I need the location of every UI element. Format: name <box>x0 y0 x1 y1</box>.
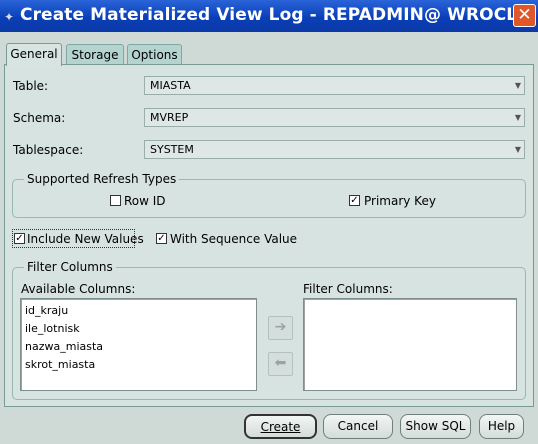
available-columns-list[interactable]: id_kraju ile_lotnisk nazwa_miasta skrot_… <box>20 298 257 391</box>
table-value: MIASTA <box>150 79 191 92</box>
title-bar[interactable]: ✦ Create Materialized View Log - REPADMI… <box>0 0 538 32</box>
table-label: Table: <box>13 79 49 93</box>
show-sql-button[interactable]: Show SQL <box>400 414 471 439</box>
available-columns-label: Available Columns: <box>21 282 136 296</box>
schema-combo[interactable]: MVREP ▼ <box>144 108 525 127</box>
table-combo[interactable]: MIASTA ▼ <box>144 76 525 95</box>
filter-columns-legend: Filter Columns <box>24 260 116 274</box>
filter-columns-list[interactable] <box>303 298 517 391</box>
tab-options[interactable]: Options <box>127 44 182 65</box>
tablespace-combo[interactable]: SYSTEM ▼ <box>144 140 525 159</box>
arrow-right-icon: ➔ <box>274 319 287 335</box>
create-button-label: Create <box>260 420 301 434</box>
chevron-down-icon[interactable]: ▼ <box>515 77 521 94</box>
list-item[interactable]: id_kraju <box>21 302 256 320</box>
with-sequence-value-checkbox[interactable]: ✓ <box>156 233 167 244</box>
row-id-label: Row ID <box>124 194 166 208</box>
arrow-left-icon: ⬅ <box>274 355 287 371</box>
schema-value: MVREP <box>150 111 189 124</box>
oracle-app-icon: ✦ <box>4 10 15 24</box>
list-item[interactable]: skrot_miasta <box>21 356 256 374</box>
cancel-button[interactable]: Cancel <box>323 414 393 439</box>
refresh-types-legend: Supported Refresh Types <box>24 172 180 186</box>
window-title: Create Materialized View Log - REPADMIN@… <box>20 5 538 25</box>
tablespace-value: SYSTEM <box>150 143 194 156</box>
help-button[interactable]: Help <box>479 414 524 439</box>
row-id-checkbox[interactable] <box>110 195 121 206</box>
schema-label: Schema: <box>13 111 66 125</box>
move-right-button[interactable]: ➔ <box>268 316 293 340</box>
primary-key-label: Primary Key <box>364 194 436 208</box>
include-new-values-label: Include New Values <box>27 232 144 246</box>
filter-columns-label: Filter Columns: <box>303 282 393 296</box>
chevron-down-icon[interactable]: ▼ <box>515 141 521 158</box>
tab-general[interactable]: General <box>6 43 62 66</box>
tablespace-label: Tablespace: <box>13 143 84 157</box>
chevron-down-icon[interactable]: ▼ <box>515 109 521 126</box>
with-sequence-value-label: With Sequence Value <box>170 232 298 246</box>
close-icon[interactable]: ✕ <box>513 4 536 27</box>
create-button[interactable]: Create <box>244 414 317 439</box>
tab-storage[interactable]: Storage <box>66 44 124 65</box>
list-item[interactable]: nazwa_miasta <box>21 338 256 356</box>
move-left-button[interactable]: ⬅ <box>268 352 293 376</box>
include-new-values-checkbox[interactable]: ✓ <box>14 233 25 244</box>
primary-key-checkbox[interactable]: ✓ <box>349 195 360 206</box>
list-item[interactable]: ile_lotnisk <box>21 320 256 338</box>
